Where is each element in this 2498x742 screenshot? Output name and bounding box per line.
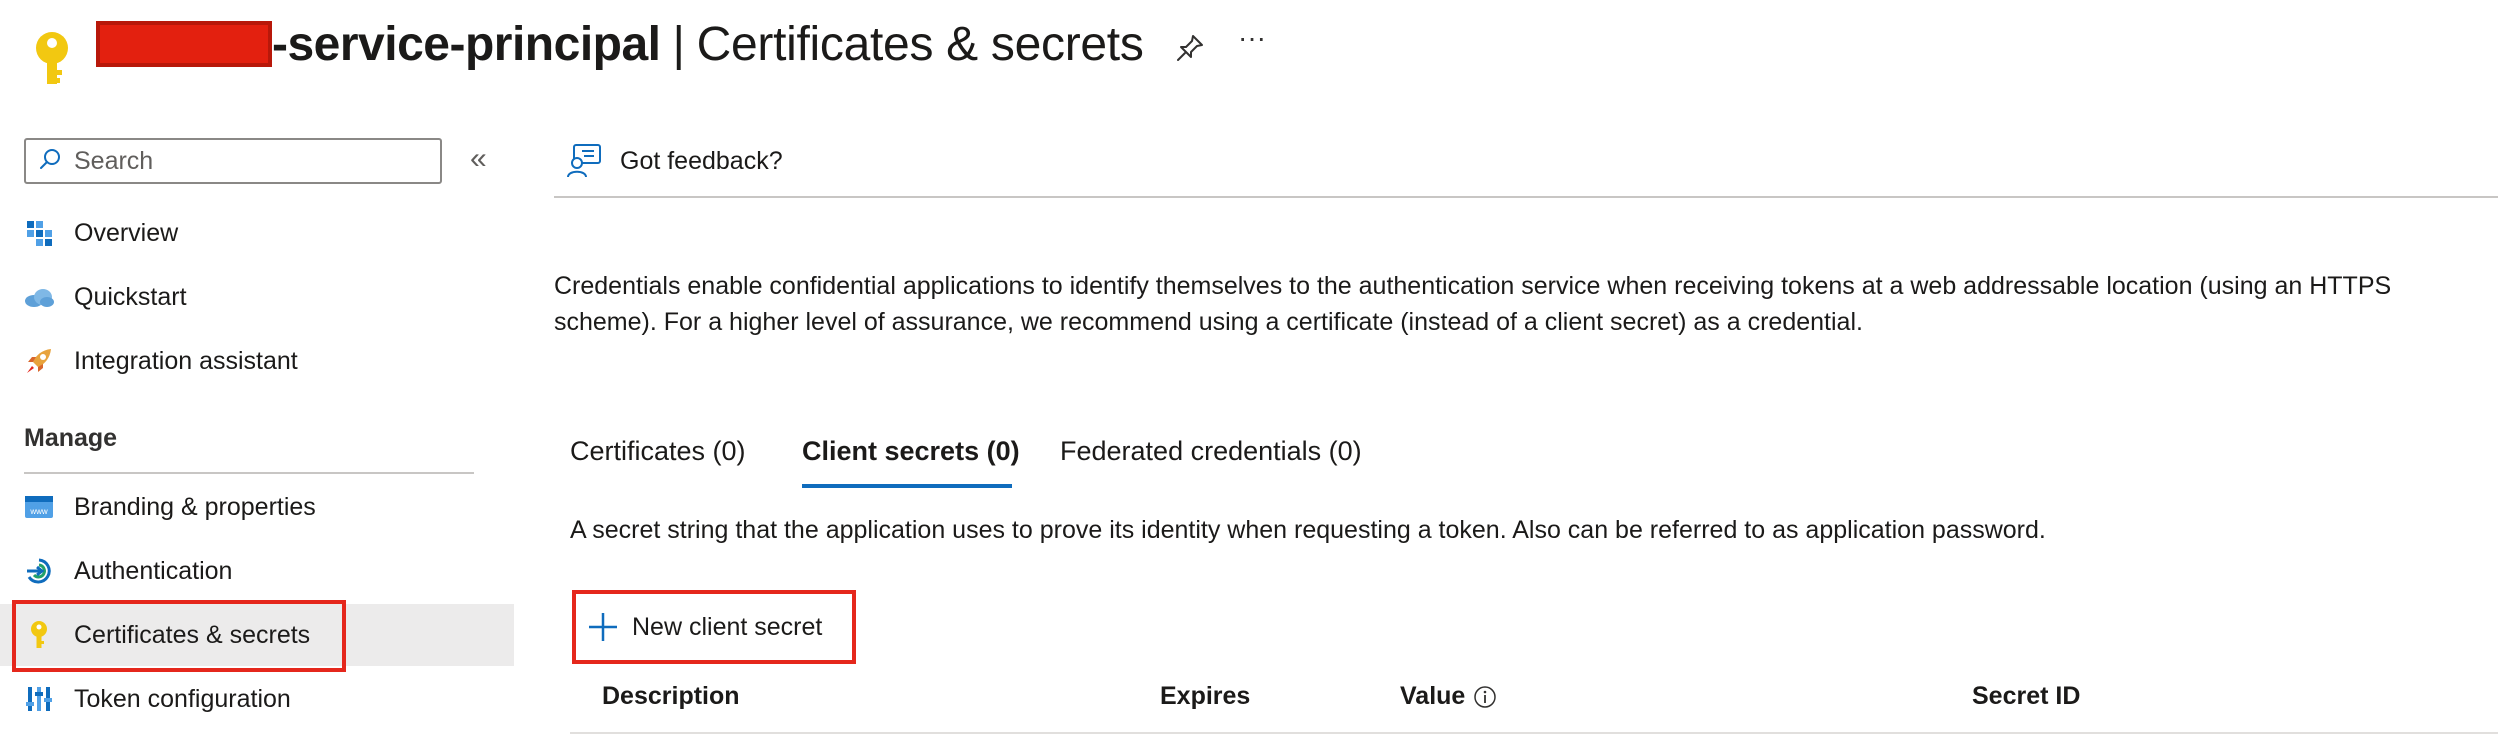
highlight-box-sidebar xyxy=(12,600,346,672)
sidebar-item-label: Branding & properties xyxy=(74,492,316,521)
authentication-icon xyxy=(14,540,64,602)
sidebar-item-label: Quickstart xyxy=(74,282,187,311)
sidebar-item-label: Token configuration xyxy=(74,684,291,713)
sidebar-item-branding[interactable]: www Branding & properties xyxy=(0,476,514,538)
sidebar-item-integration-assistant[interactable]: Integration assistant xyxy=(0,330,514,392)
cloud-icon xyxy=(14,266,64,328)
info-icon[interactable] xyxy=(1473,685,1497,709)
column-header-description: Description xyxy=(602,682,740,710)
section-divider xyxy=(24,472,474,474)
active-tab-indicator xyxy=(802,484,1012,488)
column-header-value-label: Value xyxy=(1400,682,1466,710)
sidebar-item-label: Integration assistant xyxy=(74,346,298,375)
overview-grid-icon xyxy=(14,202,64,264)
collapse-sidebar-button[interactable]: « xyxy=(470,142,487,176)
www-icon: www xyxy=(14,476,64,538)
sidebar-item-token-configuration[interactable]: Token configuration xyxy=(0,668,514,730)
tab-client-secrets[interactable]: Client secrets (0) xyxy=(802,436,1020,467)
toolbar-divider xyxy=(554,196,2498,198)
new-client-secret-label: New client secret xyxy=(632,612,823,641)
sidebar-item-quickstart[interactable]: Quickstart xyxy=(0,266,514,328)
manage-section-heading: Manage xyxy=(24,424,118,452)
page-title-section: Certificates & secrets xyxy=(696,17,1144,71)
page-title-app-name: -service-principal xyxy=(272,17,661,71)
column-header-secret-id: Secret ID xyxy=(1972,682,2081,710)
credentials-description: Credentials enable confidential applicat… xyxy=(554,268,2464,340)
feedback-icon xyxy=(566,143,602,179)
page-title: -service-principal | Certificates & secr… xyxy=(96,8,1144,80)
column-header-value: Value xyxy=(1400,682,1497,711)
more-options-button[interactable]: ··· xyxy=(1238,22,1266,54)
plus-icon xyxy=(588,612,618,642)
sidebar-item-authentication[interactable]: Authentication xyxy=(0,540,514,602)
svg-text:www: www xyxy=(29,507,48,516)
title-separator: | xyxy=(672,17,685,71)
sidebar-item-overview[interactable]: Overview xyxy=(0,202,514,264)
column-header-expires: Expires xyxy=(1160,682,1251,710)
sidebar-search[interactable] xyxy=(24,138,442,184)
sidebar-item-label: Authentication xyxy=(74,556,233,585)
feedback-button[interactable]: Got feedback? xyxy=(566,138,783,184)
search-input[interactable] xyxy=(72,145,436,177)
redacted-app-name xyxy=(96,21,272,67)
app-key-icon xyxy=(24,28,80,92)
new-client-secret-button[interactable]: New client secret xyxy=(572,590,856,664)
pin-icon[interactable] xyxy=(1170,28,1210,68)
sidebar-item-label: Overview xyxy=(74,218,179,247)
description-line: Credentials enable confidential applicat… xyxy=(554,272,2392,300)
tab-federated-credentials[interactable]: Federated credentials (0) xyxy=(1060,436,1362,467)
table-header-divider xyxy=(570,732,2498,734)
search-icon xyxy=(38,147,62,176)
tab-certificates[interactable]: Certificates (0) xyxy=(570,436,746,467)
rocket-icon xyxy=(14,330,64,392)
feedback-label: Got feedback? xyxy=(620,146,783,175)
token-bars-icon xyxy=(14,668,64,730)
description-line: scheme). For a higher level of assurance… xyxy=(554,308,1863,336)
client-secrets-description: A secret string that the application use… xyxy=(570,516,2046,544)
